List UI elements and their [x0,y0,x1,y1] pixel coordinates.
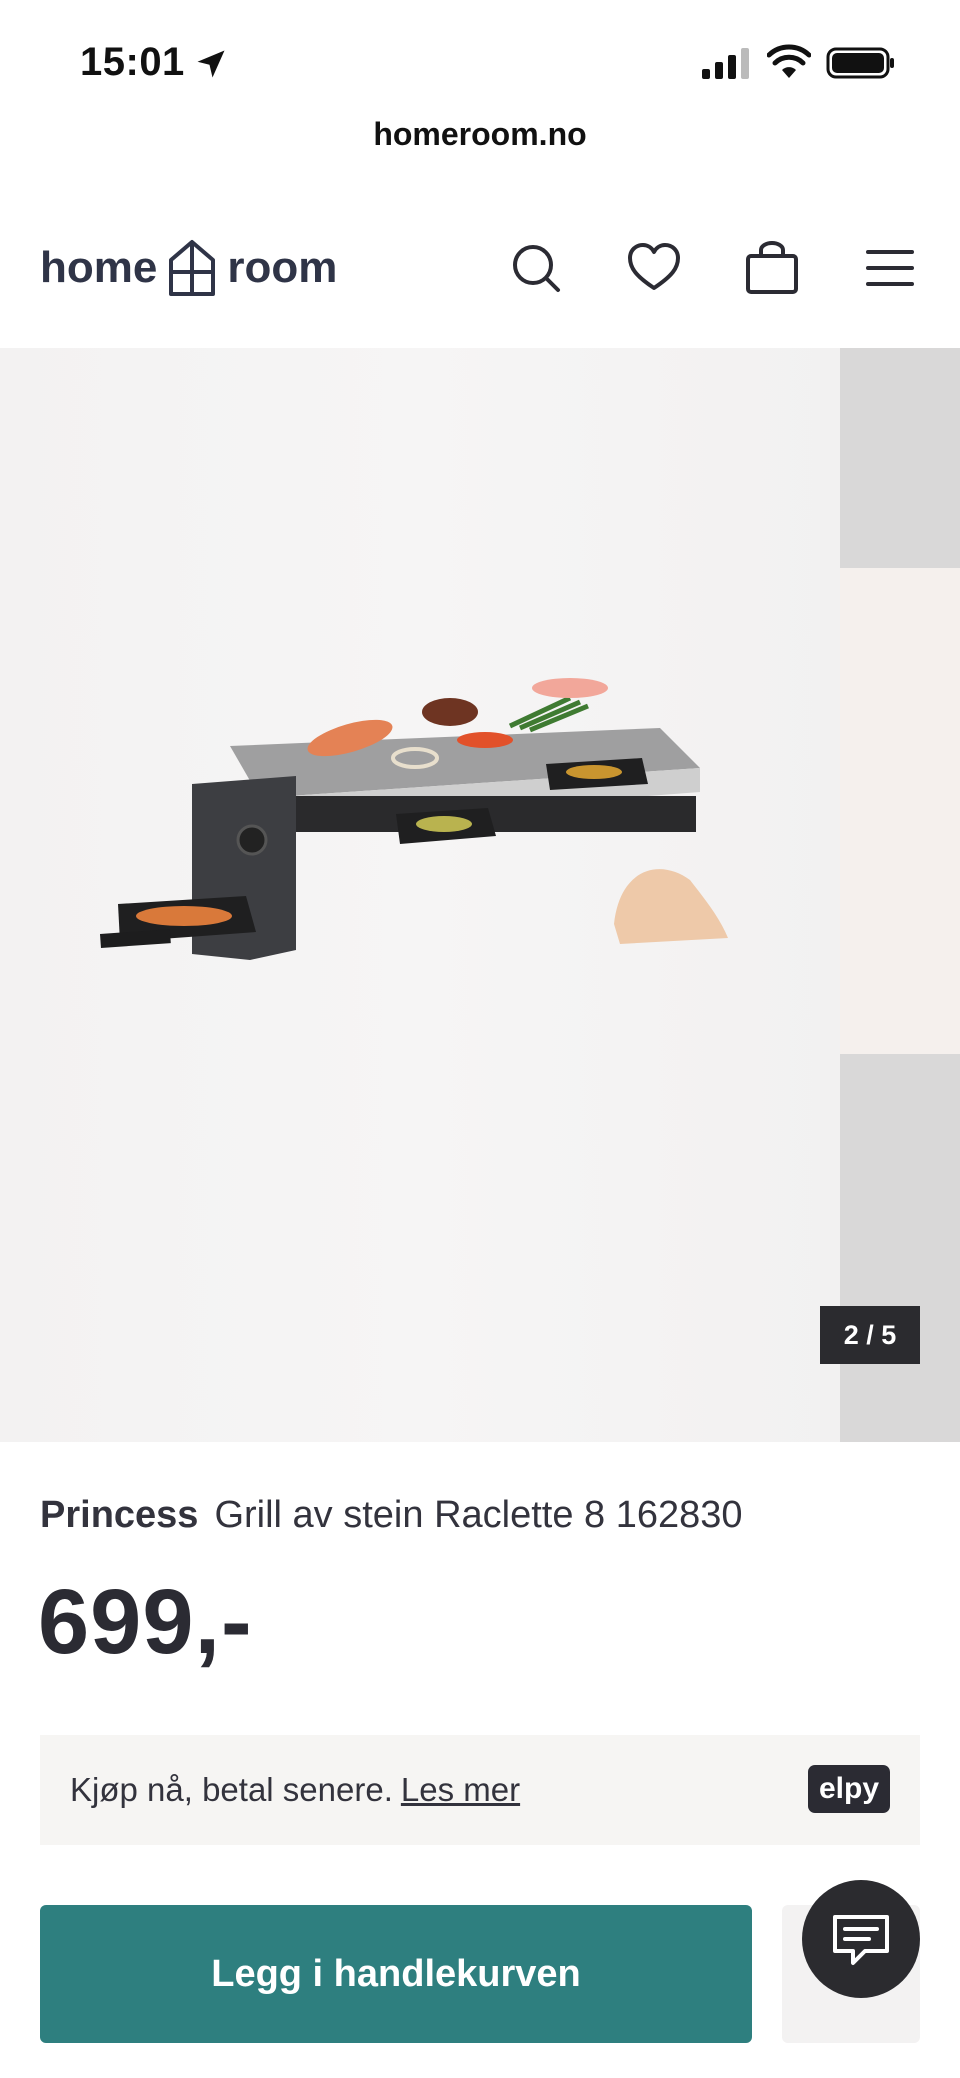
location-arrow-icon [197,50,225,78]
cellular-signal-icon [702,48,749,79]
heart-icon[interactable] [626,240,682,296]
status-bar: 15:01 [0,0,960,120]
house-logo-icon [169,240,216,296]
gallery-slide-current[interactable] [0,348,840,1442]
pay-later-banner: Kjøp nå, betal senere. Les mer elpy [40,1735,920,1845]
product-name: Grill av stein Raclette 8 162830 [214,1494,743,1536]
logo-text-right: room [227,243,338,292]
homeroom-logo[interactable]: home room [40,238,337,298]
search-icon[interactable] [508,240,564,296]
gallery-slide-next-preview[interactable] [840,348,960,1442]
browser-url[interactable]: homeroom.no [0,116,960,153]
add-to-cart-button[interactable]: Legg i handlekurven [40,1905,752,2043]
site-header: home room [0,200,960,348]
pay-later-text: Kjøp nå, betal senere. [70,1771,393,1808]
elpy-logo: elpy [808,1765,890,1813]
pay-later-text-row: Kjøp nå, betal senere. Les mer [70,1771,520,1809]
menu-icon[interactable] [862,240,918,296]
next-slide-image [840,568,960,1054]
product-title: Princess Grill av stein Raclette 8 162830 [40,1494,743,1537]
shopping-bag-icon[interactable] [744,240,800,296]
product-price: 699,- [38,1571,253,1673]
read-more-link[interactable]: Les mer [401,1771,520,1808]
chat-button[interactable] [802,1880,920,1998]
product-image-gallery[interactable]: 2 / 5 [0,348,960,1442]
status-time: 15:01 [80,40,185,84]
wifi-icon [767,44,811,78]
chat-icon [833,1915,889,1965]
battery-icon [826,47,894,79]
gallery-counter: 2 / 5 [820,1306,920,1364]
product-brand[interactable]: Princess [40,1494,198,1536]
logo-text-left: home [40,243,158,292]
raclette-grill-image [100,678,728,960]
